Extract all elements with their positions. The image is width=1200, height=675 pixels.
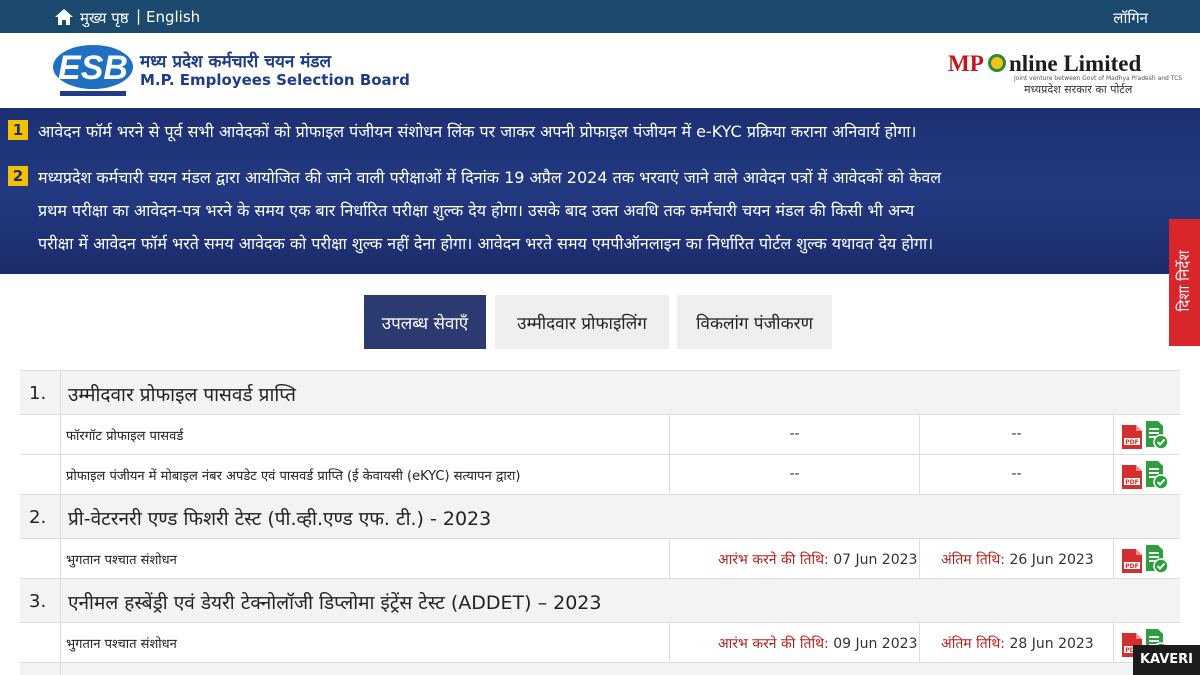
- tab-available-services[interactable]: उपलब्ध सेवाएँ: [364, 295, 486, 349]
- notice-line: परीक्षा में आवेदन फॉर्म भरते समय आवेदक क…: [38, 234, 934, 253]
- start-date: 09 Jun 2023: [833, 636, 918, 652]
- notice-number: 1: [8, 120, 28, 140]
- service-link[interactable]: भुगतान पश्चात संशोधन: [66, 550, 177, 568]
- mponline-logo-icon: [988, 54, 1006, 72]
- table-row: भुगतान पश्चात संशोधन आरंभ करने की तिथि: …: [20, 539, 1180, 579]
- esb-title-english: M.P. Employees Selection Board: [140, 71, 410, 89]
- pdf-icon[interactable]: PDF: [1122, 425, 1142, 449]
- svg-text:PDF: PDF: [1125, 563, 1138, 570]
- english-link[interactable]: English: [146, 8, 200, 26]
- table-row: भुगतान पश्चात संशोधन आरंभ करने की तिथि: …: [20, 623, 1180, 663]
- section-header: 1. उम्मीदवार प्रोफाइल पासवर्ड प्राप्ति: [20, 371, 1180, 415]
- watermark: KAVERI: [1133, 645, 1200, 675]
- end-date-label: अंतिम तिथि:: [941, 636, 1006, 652]
- service-link[interactable]: प्रोफाइल पंजीयन में मोबाइल नंबर अपडेट एव…: [66, 466, 521, 484]
- divider: [60, 663, 61, 675]
- end-date: --: [1011, 466, 1022, 482]
- start-date: --: [789, 466, 800, 482]
- end-date: --: [1011, 426, 1022, 442]
- notice-number: 2: [8, 166, 28, 186]
- esb-logo-text: ESB: [58, 49, 128, 87]
- login-link[interactable]: लॉगिन: [1113, 8, 1148, 28]
- svg-text:PDF: PDF: [1125, 479, 1138, 486]
- site-header: ESB मध्य प्रदेश कर्मचारी चयन मंडल M.P. E…: [0, 33, 1200, 108]
- tab-disabled-registration[interactable]: विकलांग पंजीकरण: [677, 295, 832, 349]
- esb-title-hindi: मध्य प्रदेश कर्मचारी चयन मंडल: [140, 52, 332, 72]
- svg-text:PDF: PDF: [1125, 439, 1138, 446]
- section-title: उम्मीदवार प्रोफाइल पासवर्ड प्राप्ति: [68, 384, 296, 406]
- section-index: 1.: [29, 383, 47, 404]
- end-date: 28 Jun 2023: [1009, 636, 1094, 652]
- section-index: 2.: [29, 507, 47, 528]
- mponline-mark[interactable]: MP: [948, 51, 984, 77]
- top-bar: मुख्य पृष्ठ | English लॉगिन: [0, 0, 1200, 33]
- section-title: प्री-वेटरनरी एण्ड फिशरी टेस्ट (पी.व्ही.ए…: [68, 508, 492, 530]
- start-date-label: आरंभ करने की तिथि:: [718, 636, 829, 652]
- start-date: 07 Jun 2023: [833, 552, 918, 568]
- guidelines-side-tab-label: दिशा निर्देश: [1175, 250, 1193, 312]
- section-title: एनीमल हस्बेंड्री एवं डेयरी टेक्नोलॉजी डि…: [68, 592, 602, 614]
- pdf-icon[interactable]: PDF: [1122, 549, 1142, 573]
- mponline-name[interactable]: nline Limited: [1009, 51, 1141, 77]
- services-table: 1. उम्मीदवार प्रोफाइल पासवर्ड प्राप्ति फ…: [20, 370, 1180, 675]
- divider: [60, 579, 61, 623]
- section-index: 3.: [29, 591, 47, 612]
- document-check-icon[interactable]: [1144, 461, 1168, 489]
- separator: |: [136, 7, 142, 25]
- mponline-tagline: Joint venture between Govt of Madhya Pra…: [1014, 75, 1183, 82]
- esb-logo[interactable]: ESB: [50, 41, 136, 99]
- home-icon[interactable]: [54, 7, 74, 27]
- divider: [60, 371, 61, 415]
- tab-candidate-profiling[interactable]: उम्मीदवार प्रोफाइलिंग: [495, 295, 669, 349]
- notice-line: मध्यप्रदेश कर्मचारी चयन मंडल द्वारा आयोज…: [38, 168, 942, 187]
- notice-line: आवेदन फॉर्म भरने से पूर्व सभी आवेदकों को…: [38, 122, 917, 141]
- service-link[interactable]: फॉरगॉट प्रोफाइल पासवर्ड: [66, 426, 183, 444]
- guidelines-side-tab[interactable]: दिशा निर्देश: [1169, 219, 1200, 346]
- notice-banner: 1 आवेदन फॉर्म भरने से पूर्व सभी आवेदकों …: [0, 108, 1200, 274]
- section-header: 3. एनीमल हस्बेंड्री एवं डेयरी टेक्नोलॉजी…: [20, 579, 1180, 623]
- table-row: फॉरगॉट प्रोफाइल पासवर्ड -- -- PDF: [20, 415, 1180, 455]
- section-header: [20, 663, 1180, 675]
- table-row: प्रोफाइल पंजीयन में मोबाइल नंबर अपडेट एव…: [20, 455, 1180, 495]
- mponline-portal-hindi: मध्यप्रदेश सरकार का पोर्टल: [1024, 83, 1133, 96]
- end-date-label: अंतिम तिथि:: [941, 552, 1006, 568]
- document-check-icon[interactable]: [1144, 545, 1168, 573]
- home-link[interactable]: मुख्य पृष्ठ: [80, 8, 129, 28]
- start-date: --: [789, 426, 800, 442]
- notice-line: प्रथम परीक्षा का आवेदन-पत्र भरने के समय …: [38, 201, 915, 220]
- document-check-icon[interactable]: [1144, 421, 1168, 449]
- service-link[interactable]: भुगतान पश्चात संशोधन: [66, 634, 177, 652]
- section-header: 2. प्री-वेटरनरी एण्ड फिशरी टेस्ट (पी.व्ह…: [20, 495, 1180, 539]
- pdf-icon[interactable]: PDF: [1122, 465, 1142, 489]
- end-date: 26 Jun 2023: [1009, 552, 1094, 568]
- start-date-label: आरंभ करने की तिथि:: [718, 552, 829, 568]
- divider: [60, 495, 61, 539]
